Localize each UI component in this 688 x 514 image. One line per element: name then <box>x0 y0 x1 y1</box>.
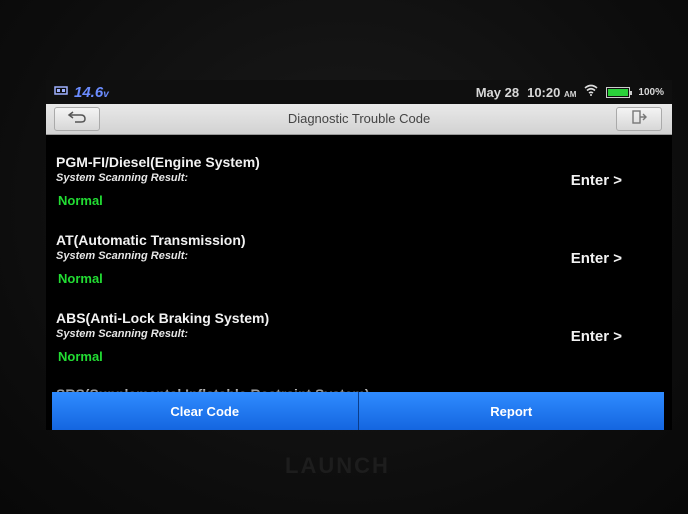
status-bar: 14.6v May 28 10:20 AM 100% <box>46 80 672 104</box>
vehicle-icon <box>54 83 68 101</box>
scan-result-label: System Scanning Result: <box>56 250 189 262</box>
system-name: PGM-FI/Diesel(Engine System) <box>56 154 260 170</box>
exit-button[interactable] <box>616 107 662 131</box>
system-name: ABS(Anti-Lock Braking System) <box>56 310 270 326</box>
enter-button[interactable]: Enter > <box>571 328 622 345</box>
list-item[interactable]: ABS(Anti-Lock Braking System) System Sca… <box>46 292 672 370</box>
title-bar: Diagnostic Trouble Code <box>46 104 672 135</box>
scan-result-label: System Scanning Result: <box>56 328 189 340</box>
voltage-readout: 14.6v <box>74 84 109 101</box>
scan-result-label: System Scanning Result: <box>56 172 189 184</box>
brand-logo: LAUNCH <box>285 453 390 478</box>
list-item[interactable]: PGM-FI/Diesel(Engine System) System Scan… <box>46 136 672 214</box>
status-badge: Normal <box>58 271 103 286</box>
bottom-action-bar: Clear Code Report <box>52 392 664 430</box>
enter-button[interactable]: Enter > <box>571 172 622 189</box>
status-left: 14.6v <box>54 83 109 101</box>
voltage-value: 14.6 <box>74 83 104 101</box>
status-badge: Normal <box>58 349 103 364</box>
battery-icon <box>606 86 633 98</box>
status-badge: Normal <box>58 193 103 208</box>
battery-fill <box>608 88 629 96</box>
status-right: May 28 10:20 AM 100% <box>476 83 664 101</box>
status-date: May 28 <box>475 84 520 100</box>
wifi-icon <box>584 83 598 101</box>
battery-percent: 100% <box>638 86 664 98</box>
voltage-unit: v <box>103 88 109 100</box>
page-title: Diagnostic Trouble Code <box>287 111 431 126</box>
status-time-group: 10:20 AM <box>527 85 576 100</box>
clear-code-button[interactable]: Clear Code <box>52 392 358 430</box>
device-screen: 14.6v May 28 10:20 AM 100% Diagnostic Tr… <box>46 80 672 430</box>
system-list: PGM-FI/Diesel(Engine System) System Scan… <box>46 136 672 370</box>
enter-button[interactable]: Enter > <box>571 250 622 267</box>
status-time: 10:20 <box>527 84 561 100</box>
status-ampm: AM <box>563 89 577 99</box>
list-item[interactable]: AT(Automatic Transmission) System Scanni… <box>46 214 672 292</box>
system-name: AT(Automatic Transmission) <box>56 232 246 248</box>
report-button[interactable]: Report <box>357 392 664 430</box>
exit-icon <box>631 109 647 129</box>
